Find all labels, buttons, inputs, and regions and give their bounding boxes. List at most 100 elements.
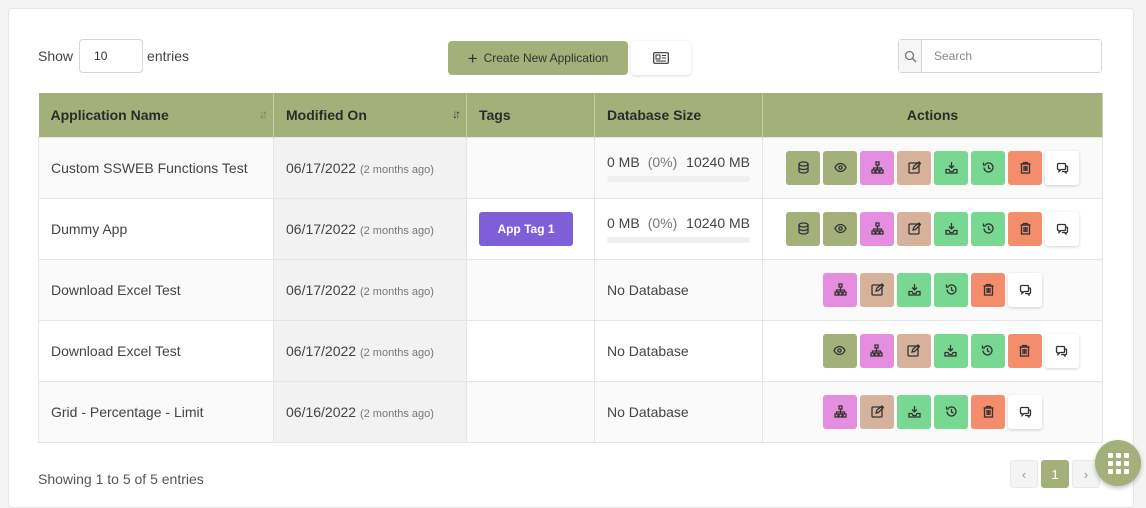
history-icon bbox=[981, 345, 993, 356]
db-max: 10240 MB bbox=[686, 214, 750, 231]
trash-button[interactable] bbox=[971, 394, 1005, 429]
trash-icon bbox=[983, 405, 993, 418]
page-1-button[interactable]: 1 bbox=[1041, 460, 1069, 488]
database-size: 0 MB (0%) 10240 MB bbox=[607, 154, 750, 170]
header-actions: Actions bbox=[762, 93, 1103, 137]
download-button[interactable] bbox=[934, 150, 968, 185]
comment-button[interactable] bbox=[1045, 150, 1079, 185]
trash-button[interactable] bbox=[1008, 211, 1042, 246]
download-button[interactable] bbox=[897, 394, 931, 429]
comment-button[interactable] bbox=[1045, 211, 1079, 246]
download-button[interactable] bbox=[934, 211, 968, 246]
history-button[interactable] bbox=[971, 150, 1005, 185]
trash-button[interactable] bbox=[1007, 333, 1042, 368]
table-row: Download Excel Test 06/17/2022 (2 months… bbox=[38, 319, 1103, 381]
show-label: Show bbox=[38, 48, 74, 64]
download-icon bbox=[944, 223, 958, 235]
card-view-button[interactable] bbox=[631, 41, 691, 75]
database-size-cell: No Database bbox=[594, 258, 763, 320]
comment-icon bbox=[1019, 406, 1031, 418]
database-size-cell: No Database bbox=[594, 319, 763, 381]
sitemap-icon bbox=[870, 161, 884, 174]
table-row: Custom SSWEB Functions Test 06/17/2022 (… bbox=[38, 136, 1103, 198]
sitemap-button[interactable] bbox=[823, 272, 857, 307]
database-button[interactable] bbox=[786, 150, 820, 185]
comment-button[interactable] bbox=[1008, 394, 1042, 429]
apps-grid-button[interactable] bbox=[1095, 440, 1141, 486]
application-name[interactable]: Custom SSWEB Functions Test bbox=[38, 136, 274, 198]
history-button[interactable] bbox=[970, 333, 1005, 368]
sort-icon: ↓↑ bbox=[259, 107, 268, 121]
eye-icon bbox=[833, 345, 846, 356]
modified-date: 06/17/2022 bbox=[286, 342, 357, 359]
modified-on: 06/17/2022 (2 months ago) bbox=[273, 197, 467, 259]
history-button[interactable] bbox=[934, 272, 968, 307]
sitemap-icon bbox=[833, 283, 847, 296]
history-button[interactable] bbox=[971, 211, 1005, 246]
header-database-size: Database Size bbox=[594, 93, 763, 137]
sitemap-icon bbox=[833, 405, 847, 418]
eye-icon bbox=[833, 223, 847, 234]
application-name[interactable]: Dummy App bbox=[38, 197, 274, 259]
application-name[interactable]: Grid - Percentage - Limit bbox=[38, 380, 274, 443]
search-icon[interactable] bbox=[899, 40, 922, 72]
trash-button[interactable] bbox=[1008, 150, 1042, 185]
modified-date: 06/17/2022 bbox=[286, 159, 357, 176]
edit-button[interactable] bbox=[896, 333, 931, 368]
entries-select[interactable]: 10 bbox=[79, 39, 144, 73]
edit-button[interactable] bbox=[897, 211, 931, 246]
comment-button[interactable] bbox=[1044, 333, 1079, 368]
database-button[interactable] bbox=[786, 211, 820, 246]
database-status: No Database bbox=[607, 403, 689, 420]
history-button[interactable] bbox=[934, 394, 968, 429]
edit-icon bbox=[870, 283, 884, 296]
application-name[interactable]: Download Excel Test bbox=[38, 319, 274, 381]
edit-button[interactable] bbox=[897, 150, 931, 185]
sitemap-button[interactable] bbox=[860, 211, 894, 246]
download-button[interactable] bbox=[933, 333, 968, 368]
create-application-label: Create New Application bbox=[483, 51, 609, 65]
comment-icon bbox=[1056, 223, 1068, 235]
database-icon bbox=[797, 161, 809, 174]
id-card-icon bbox=[653, 52, 669, 64]
header-application-name[interactable]: Application Name ↓↑ bbox=[38, 93, 274, 137]
tags-cell: App Tag 1 bbox=[466, 197, 595, 259]
tags-cell bbox=[466, 319, 595, 381]
search-box bbox=[898, 39, 1102, 73]
sitemap-button[interactable] bbox=[860, 150, 894, 185]
history-icon bbox=[982, 162, 994, 173]
edit-button[interactable] bbox=[860, 272, 894, 307]
comment-button[interactable] bbox=[1008, 272, 1042, 307]
db-percent: (0%) bbox=[647, 153, 678, 170]
sitemap-button[interactable] bbox=[859, 333, 894, 368]
download-icon bbox=[944, 162, 958, 174]
db-max: 10240 MB bbox=[686, 153, 750, 170]
modified-date: 06/16/2022 bbox=[286, 403, 357, 420]
plus-icon: + bbox=[467, 48, 478, 68]
download-icon bbox=[907, 284, 921, 296]
actions-cell bbox=[762, 258, 1103, 320]
table-row: Grid - Percentage - Limit 06/16/2022 (2 … bbox=[38, 380, 1103, 443]
eye-button[interactable] bbox=[823, 211, 857, 246]
header-modified-on[interactable]: Modified On ↓↑ bbox=[273, 93, 467, 137]
entries-length-control: Show 10 entries bbox=[38, 39, 189, 73]
applications-table: Application Name ↓↑ Modified On ↓↑ Tags Da… bbox=[38, 93, 1103, 443]
table-row: Dummy App 06/17/2022 (2 months ago) App … bbox=[38, 197, 1103, 259]
modified-on: 06/17/2022 (2 months ago) bbox=[273, 258, 467, 320]
eye-button[interactable] bbox=[823, 150, 857, 185]
edit-button[interactable] bbox=[860, 394, 894, 429]
modified-relative: (2 months ago) bbox=[359, 285, 434, 298]
prev-page-button[interactable]: ‹ bbox=[1010, 460, 1038, 488]
comment-icon bbox=[1055, 345, 1068, 357]
app-tag[interactable]: App Tag 1 bbox=[479, 211, 573, 246]
download-icon bbox=[944, 345, 957, 357]
trash-button[interactable] bbox=[971, 272, 1005, 307]
search-input[interactable] bbox=[922, 40, 1101, 72]
download-button[interactable] bbox=[897, 272, 931, 307]
create-application-button[interactable]: + Create New Application bbox=[448, 41, 628, 75]
tags-cell bbox=[466, 258, 595, 320]
sitemap-button[interactable] bbox=[823, 394, 857, 429]
application-name[interactable]: Download Excel Test bbox=[38, 258, 274, 320]
eye-button[interactable] bbox=[822, 333, 857, 368]
history-icon bbox=[982, 223, 994, 234]
